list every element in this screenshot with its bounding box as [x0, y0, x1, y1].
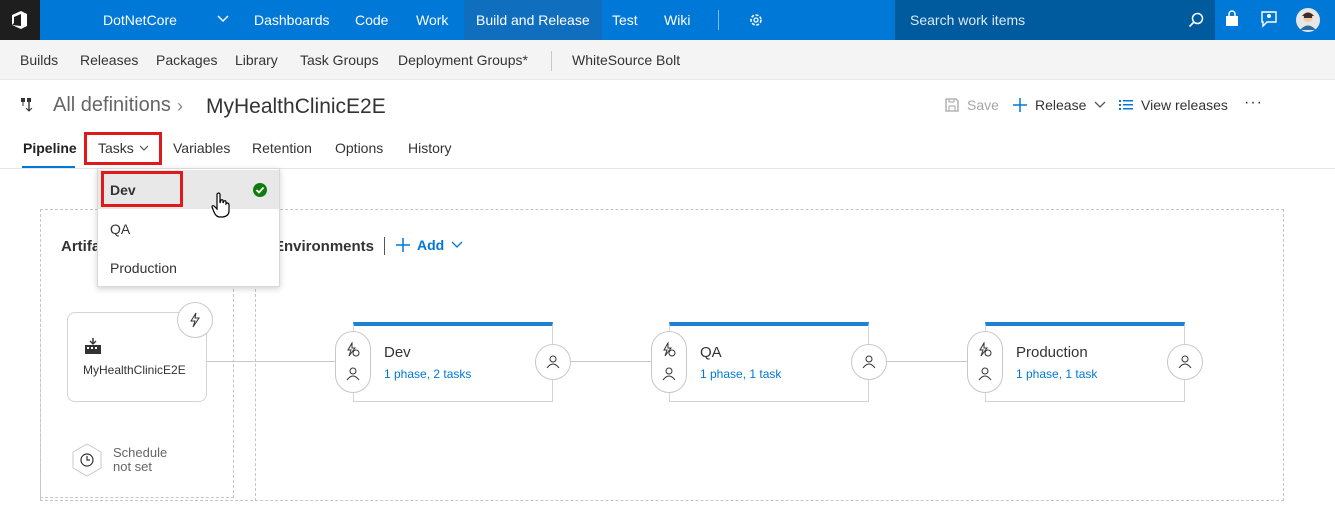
approver-icon — [978, 367, 992, 381]
tab-retention[interactable]: Retention — [252, 140, 312, 156]
environment-tasks-link-production[interactable]: 1 phase, 1 task — [1016, 367, 1097, 381]
nav-wiki[interactable]: Wiki — [664, 0, 690, 40]
release-button[interactable]: Release — [1012, 97, 1107, 113]
artifacts-heading: Artifa — [61, 238, 101, 255]
tab-variables[interactable]: Variables — [173, 140, 230, 156]
add-label: Add — [417, 237, 445, 253]
artifact-name: MyHealthClinicE2E — [83, 363, 186, 377]
schedule-badge[interactable] — [70, 443, 104, 477]
subnav-packages[interactable]: Packages — [156, 52, 217, 68]
lightning-icon — [190, 312, 200, 328]
save-label: Save — [967, 97, 999, 113]
dropdown-item-qa[interactable]: QA — [98, 209, 279, 248]
approver-icon — [862, 355, 876, 369]
pre-deployment-conditions-qa[interactable] — [651, 331, 687, 393]
approver-icon — [662, 367, 676, 381]
approver-icon — [346, 367, 360, 381]
approver-icon — [1178, 355, 1192, 369]
breadcrumb-all-definitions[interactable]: All definitions — [53, 94, 171, 117]
subnav-task-groups[interactable]: Task Groups — [300, 52, 379, 68]
breadcrumb-separator: › — [177, 96, 183, 116]
schedule-line1: Schedule — [113, 445, 168, 460]
qa-production-connector — [887, 361, 967, 362]
subnav-builds[interactable]: Builds — [20, 52, 58, 68]
gear-icon[interactable] — [748, 12, 764, 28]
trigger-icon — [979, 342, 992, 357]
schedule-label[interactable]: Schedule not set — [113, 446, 167, 474]
add-environment-button[interactable]: Add — [395, 237, 464, 253]
trigger-icon — [663, 342, 676, 357]
tasks-highlight-box — [84, 132, 162, 165]
post-deployment-approvals-dev[interactable] — [535, 344, 571, 380]
post-deployment-approvals-qa[interactable] — [851, 344, 887, 380]
subnav-divider — [551, 51, 552, 71]
environment-tasks-link-dev[interactable]: 1 phase, 2 tasks — [384, 367, 471, 381]
tab-options[interactable]: Options — [335, 140, 383, 156]
view-releases-button[interactable]: View releases — [1118, 97, 1228, 113]
nav-build-and-release[interactable]: Build and Release — [464, 0, 602, 40]
schedule-line2: not set — [113, 459, 153, 474]
pre-deployment-conditions-production[interactable] — [967, 331, 1003, 393]
release-label: Release — [1035, 97, 1087, 113]
release-definition-icon — [21, 98, 33, 112]
more-actions-button[interactable]: ··· — [1244, 94, 1263, 112]
subnav-releases[interactable]: Releases — [80, 52, 138, 68]
definition-title[interactable]: MyHealthClinicE2E — [206, 95, 386, 119]
nav-code[interactable]: Code — [355, 0, 388, 40]
environments-column-border — [255, 289, 256, 501]
subnav-whitesource-bolt[interactable]: WhiteSource Bolt — [572, 52, 680, 68]
subnav-library[interactable]: Library — [235, 52, 278, 68]
shopping-bag-icon[interactable] — [1224, 10, 1240, 28]
vsts-logo-icon — [12, 11, 27, 29]
environment-card-dev[interactable] — [353, 322, 553, 402]
project-name[interactable]: DotNetCore — [103, 0, 177, 40]
continuous-deployment-trigger[interactable] — [177, 302, 213, 338]
feedback-icon[interactable] — [1260, 10, 1278, 28]
list-icon — [1119, 100, 1133, 110]
vsts-logo[interactable] — [0, 0, 40, 40]
environment-card-qa[interactable] — [669, 322, 869, 402]
environment-name-qa[interactable]: QA — [700, 344, 722, 361]
hand-cursor-icon — [211, 192, 230, 218]
top-navigation-bar: DotNetCore Dashboards Code Work Build an… — [0, 0, 1335, 40]
environment-tasks-link-qa[interactable]: 1 phase, 1 task — [700, 367, 781, 381]
approver-icon — [546, 355, 560, 369]
artifact-connector — [207, 361, 335, 362]
tab-pipeline[interactable]: Pipeline — [23, 140, 77, 156]
environments-heading: Environments — [274, 238, 375, 255]
dev-highlight-box — [101, 171, 183, 207]
chevron-down-icon[interactable] — [216, 12, 230, 26]
save-button[interactable]: Save — [944, 97, 999, 113]
build-artifact-icon — [85, 338, 101, 354]
search-input[interactable]: Search work items — [910, 12, 1025, 28]
tab-history[interactable]: History — [408, 140, 452, 156]
search-box[interactable]: Search work items — [895, 0, 1215, 40]
environments-divider — [384, 237, 385, 255]
nav-dashboards[interactable]: Dashboards — [254, 0, 330, 40]
pre-deployment-conditions-dev[interactable] — [335, 331, 371, 393]
post-deployment-approvals-production[interactable] — [1167, 344, 1203, 380]
plus-icon — [396, 238, 410, 252]
dropdown-item-production[interactable]: Production — [98, 248, 279, 287]
search-icon[interactable] — [1188, 12, 1204, 28]
view-releases-label: View releases — [1141, 97, 1228, 113]
save-icon — [945, 98, 959, 112]
chevron-down-icon — [451, 241, 463, 248]
nav-work[interactable]: Work — [416, 0, 448, 40]
checkmark-icon — [253, 183, 267, 197]
environment-name-production[interactable]: Production — [1016, 344, 1088, 361]
dev-qa-connector — [571, 361, 651, 362]
nav-test[interactable]: Test — [612, 0, 638, 40]
environment-name-dev[interactable]: Dev — [384, 344, 411, 361]
plus-icon — [1013, 98, 1027, 112]
trigger-icon — [347, 342, 360, 357]
user-avatar[interactable] — [1296, 8, 1320, 32]
nav-divider — [718, 10, 719, 30]
subnav-deployment-groups[interactable]: Deployment Groups* — [398, 52, 528, 68]
chevron-down-icon — [1094, 101, 1106, 108]
environment-card-production[interactable] — [985, 322, 1185, 402]
